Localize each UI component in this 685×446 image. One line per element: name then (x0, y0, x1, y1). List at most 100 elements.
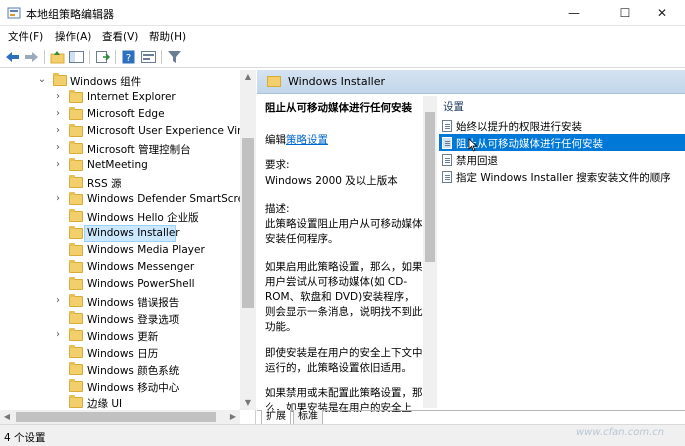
folder-icon (69, 362, 83, 375)
tree-vertical-scrollbar[interactable]: ▲ ▼ (240, 70, 256, 410)
tree-item[interactable]: › Microsoft Edge (0, 106, 240, 123)
menu-view[interactable]: 查看(V) (102, 29, 138, 44)
toolbar-separator (89, 50, 90, 64)
chevron-right-icon[interactable]: › (53, 124, 63, 138)
minimize-button[interactable]: — (551, 0, 597, 26)
tree-item-label: Microsoft 管理控制台 (87, 144, 191, 156)
folder-icon (69, 294, 83, 307)
folder-icon (69, 260, 83, 273)
tree-item[interactable]: › Windows 错误报告 (0, 293, 240, 310)
filter-icon[interactable] (166, 49, 183, 65)
scrollbar-thumb[interactable] (242, 138, 254, 308)
scrollbar-thumb[interactable] (425, 112, 435, 262)
tree-item-label: NetMeeting (87, 159, 148, 171)
up-folder-icon[interactable] (49, 49, 66, 65)
tree-item[interactable]: › Windows Defender SmartScree (0, 191, 251, 208)
show-hide-tree-icon[interactable] (68, 49, 85, 65)
help-icon[interactable]: ? (120, 49, 137, 65)
tree-item[interactable]: › Microsoft User Experience Virtu (0, 123, 252, 140)
edit-prefix: 编辑 (265, 134, 286, 146)
tab-extended[interactable]: 扩展 (261, 410, 291, 425)
list-item[interactable]: 指定 Windows Installer 搜索安装文件的顺序 (439, 168, 685, 185)
chevron-right-icon[interactable]: › (53, 141, 63, 155)
tree-item-label: Windows Messenger (87, 261, 195, 273)
menu-bar: 文件(F) 操作(A) 查看(V) 帮助(H) (0, 26, 685, 46)
tree-item[interactable]: › NetMeeting (0, 157, 240, 174)
tree-item-label: 边缘 UI (87, 398, 123, 410)
toolbar: ? (0, 46, 685, 68)
chevron-right-icon[interactable]: › (53, 294, 63, 308)
policy-setting-icon (442, 120, 452, 132)
tree-item[interactable]: RSS 源 (0, 174, 240, 191)
tree-item[interactable]: › Microsoft 管理控制台 (0, 140, 240, 157)
folder-icon (69, 141, 83, 154)
tree-item-label: Windows 组件 (70, 76, 142, 88)
tree-item-windows-components[interactable]: ⌄ Windows 组件 (0, 72, 240, 89)
scroll-down-icon[interactable]: ▼ (240, 396, 256, 410)
chevron-right-icon[interactable]: › (53, 90, 63, 104)
window-title: 本地组策略编辑器 (26, 8, 114, 21)
folder-icon (69, 107, 83, 120)
tree-item-windows-installer[interactable]: Windows Installer (0, 225, 240, 242)
tree-item[interactable]: › Windows 更新 (0, 327, 240, 344)
tree-item-label: Microsoft User Experience Virtu (87, 125, 253, 137)
description-scrollbar[interactable] (423, 96, 437, 408)
description-paragraph: 如果启用此策略设置，那么，如果用户尝试从可移动媒体(如 CD-ROM、软盘和 D… (265, 261, 423, 333)
export-list-icon[interactable] (94, 49, 111, 65)
tree-item[interactable]: Windows 颜色系统 (0, 361, 240, 378)
policy-setting-icon (442, 171, 452, 183)
menu-action[interactable]: 操作(A) (55, 29, 91, 44)
tree-item[interactable]: 边缘 UI (0, 394, 240, 411)
description-paragraph: 即使安装是在用户的安全上下文中运行的，此策略设置依旧适用。 (265, 347, 423, 374)
tree-item-label: Windows Defender SmartScree (87, 193, 251, 205)
folder-icon (69, 243, 83, 256)
list-item[interactable]: 禁用回退 (439, 151, 685, 168)
folder-icon (69, 328, 83, 341)
chevron-right-icon[interactable]: › (53, 192, 63, 206)
chevron-right-icon[interactable]: › (53, 158, 63, 172)
tree-item[interactable]: Windows PowerShell (0, 276, 240, 293)
menu-help[interactable]: 帮助(H) (149, 29, 186, 44)
tree-item-label: Windows 日历 (87, 348, 159, 360)
folder-icon (69, 90, 83, 103)
watermark: www.cfan.com.cn (576, 427, 665, 438)
settings-list: 设置 始终以提升的权限进行安装 阻止从可移动媒体进行任何安装 禁用回退 指定 W… (439, 94, 685, 412)
scroll-right-icon[interactable]: ▶ (226, 410, 240, 424)
policy-title: 阻止从可移动媒体进行任何安装 (265, 102, 412, 114)
folder-icon (69, 277, 83, 290)
description-text: 此策略设置阻止用户从可移动媒体安装任何程序。 (265, 218, 423, 245)
tree-item-label: Windows 登录选项 (87, 314, 180, 326)
list-item[interactable]: 始终以提升的权限进行安装 (439, 117, 685, 134)
title-bar: 本地组策略编辑器 — ☐ ✕ (0, 0, 685, 26)
properties-icon[interactable] (140, 49, 157, 65)
folder-icon (53, 73, 67, 86)
tree-item[interactable]: Windows Media Player (0, 242, 240, 259)
tree-item[interactable]: Windows 日历 (0, 344, 240, 361)
tree-item-label: Windows Media Player (87, 244, 205, 256)
tree-item-label: Windows 移动中心 (87, 382, 180, 394)
svg-text:?: ? (126, 53, 131, 64)
tree-item[interactable]: › Internet Explorer (0, 89, 240, 106)
close-button[interactable]: ✕ (639, 0, 685, 26)
chevron-right-icon[interactable]: › (53, 107, 63, 121)
tree-item[interactable]: Windows 登录选项 (0, 310, 240, 327)
back-icon[interactable] (4, 49, 21, 65)
tree-horizontal-scrollbar[interactable]: ◀ ▶ (0, 410, 240, 424)
menu-file[interactable]: 文件(F) (8, 29, 43, 44)
edit-policy-link[interactable]: 策略设置 (286, 134, 328, 146)
tree-item-label: Windows Hello 企业版 (87, 212, 199, 224)
tree-item-label: Windows 更新 (87, 331, 159, 343)
tree-item[interactable]: Windows Hello 企业版 (0, 208, 240, 225)
chevron-right-icon[interactable]: › (53, 328, 63, 342)
scroll-up-icon[interactable]: ▲ (240, 70, 256, 84)
scrollbar-thumb[interactable] (16, 412, 216, 422)
scroll-left-icon[interactable]: ◀ (0, 410, 14, 424)
chevron-down-icon[interactable]: ⌄ (37, 73, 47, 87)
forward-icon[interactable] (23, 49, 40, 65)
settings-column-header[interactable]: 设置 (443, 99, 464, 114)
tab-standard[interactable]: 标准 (293, 410, 323, 425)
tree-item[interactable]: Windows Messenger (0, 259, 240, 276)
tree-item[interactable]: Windows 移动中心 (0, 378, 240, 395)
folder-icon (267, 76, 281, 87)
tree-item-label: Microsoft Edge (87, 108, 165, 120)
